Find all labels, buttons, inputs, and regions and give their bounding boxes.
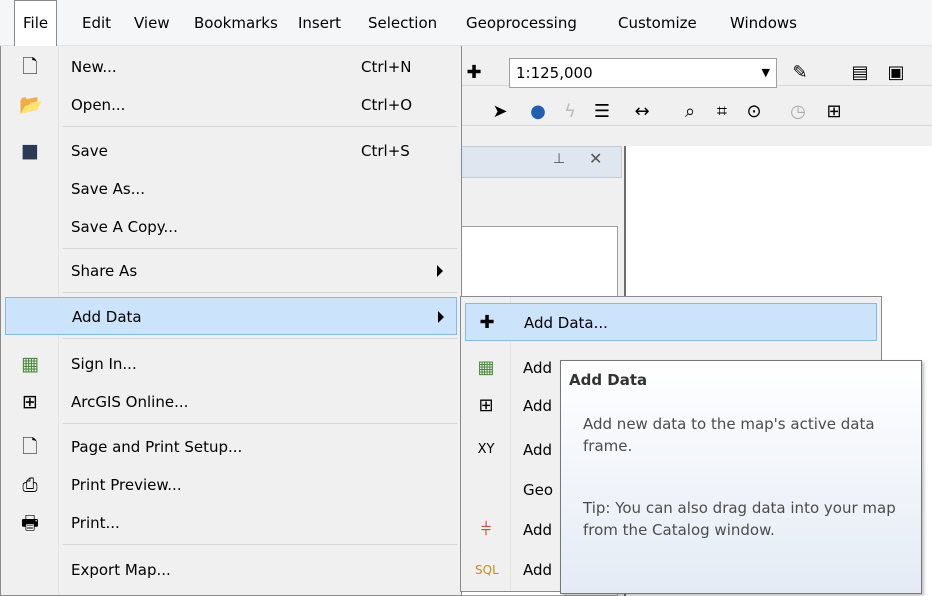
create-viewer-icon[interactable]: ⊞ — [822, 100, 846, 124]
menu-view[interactable]: View — [126, 0, 178, 46]
menu-separator — [63, 248, 457, 249]
menu-selection[interactable]: Selection — [360, 0, 445, 46]
menu-item-label: Add Data — [72, 308, 142, 326]
go-to-xy-icon[interactable]: ⊙ — [742, 100, 766, 124]
basemap-icon: ▦ — [477, 357, 495, 378]
page-setup-icon: 🗋 — [22, 436, 38, 458]
map-scale-input[interactable]: 1:125,000 ▼ — [509, 58, 777, 88]
menu-item-save-as[interactable]: Save As... — [5, 170, 457, 208]
menu-item-label: Save — [71, 142, 108, 160]
find-binoculars-icon[interactable]: ⌕ — [678, 100, 702, 124]
table-of-contents-header: ⊥ ✕ — [440, 146, 622, 178]
save-disk-icon: ■ — [21, 140, 39, 162]
menu-item-save-a-copy[interactable]: Save A Copy... — [5, 208, 457, 246]
menu-bookmarks[interactable]: Bookmarks — [186, 0, 286, 46]
menu-separator — [63, 544, 457, 545]
menu-item-label: Save A Copy... — [71, 218, 178, 236]
menu-item-print[interactable]: 🖶 Print... — [5, 504, 457, 542]
add-data-icon: ✚ — [479, 312, 495, 333]
arcgis-online-icon: ⊞ — [22, 391, 38, 413]
select-elements-icon[interactable]: ➤ — [488, 100, 512, 124]
table-of-contents-icon[interactable]: ▤ — [848, 61, 872, 85]
printer-icon: 🖶 — [21, 512, 39, 534]
menu-item-label: Add — [523, 359, 553, 377]
grid-icon: ⊞ — [478, 395, 494, 416]
file-menu-dropdown: 🗋 New... Ctrl+N 📂 Open... Ctrl+O ■ Save … — [0, 46, 462, 596]
menu-item-label: Export Map... — [71, 561, 171, 579]
html-popup-icon[interactable]: ☰ — [590, 100, 614, 124]
menu-item-label: Add Data... — [524, 314, 608, 332]
sign-in-icon: ▦ — [21, 353, 39, 375]
menu-item-export-map[interactable]: Export Map... — [5, 551, 457, 589]
menu-edit[interactable]: Edit — [74, 0, 119, 46]
submenu-arrow-icon — [438, 311, 444, 323]
find-route-icon[interactable]: ⌗ — [710, 100, 734, 124]
submenu-item-add-data[interactable]: ✚ Add Data... — [465, 303, 877, 341]
menu-item-label: Add — [523, 561, 553, 579]
menu-insert[interactable]: Insert — [290, 0, 349, 46]
tooltip-tip: Tip: You can also drag data into your ma… — [583, 499, 896, 539]
menu-item-label: Page and Print Setup... — [71, 438, 243, 456]
menu-item-label: New... — [71, 58, 117, 76]
menu-item-open[interactable]: 📂 Open... Ctrl+O — [5, 86, 457, 124]
menu-item-label: Open... — [71, 96, 126, 114]
menu-item-label: ArcGIS Online... — [71, 393, 189, 411]
menu-item-label: Add — [523, 397, 553, 415]
menu-item-label: Sign In... — [71, 355, 137, 373]
identify-icon[interactable]: ● — [526, 100, 550, 124]
editor-icon[interactable]: ✎ — [788, 61, 812, 85]
menu-item-label: Geo — [523, 481, 554, 499]
time-slider-icon[interactable]: ◷ — [786, 100, 810, 124]
menu-item-new[interactable]: 🗋 New... Ctrl+N — [5, 48, 457, 86]
tooltip-description: Add new data to the map's active data fr… — [583, 415, 875, 455]
menu-separator — [63, 423, 457, 424]
pin-icon[interactable]: ⊥ — [553, 151, 565, 167]
route-events-icon: ⫩ — [480, 519, 492, 540]
menu-item-label: Print... — [71, 514, 120, 532]
sql-query-icon: SQL — [475, 563, 499, 577]
xy-data-icon: XY — [477, 442, 495, 457]
menu-item-shortcut: Ctrl+O — [361, 96, 413, 114]
catalog-icon[interactable]: ▣ — [884, 61, 908, 85]
submenu-arrow-icon — [437, 265, 443, 277]
menu-item-save[interactable]: ■ Save Ctrl+S — [5, 132, 457, 170]
menu-item-shortcut: Ctrl+S — [361, 142, 410, 160]
map-scale-value: 1:125,000 — [516, 64, 593, 82]
measure-icon[interactable]: ↔ — [630, 100, 654, 124]
chevron-down-icon[interactable]: ▼ — [762, 59, 770, 87]
menu-item-shortcut: Ctrl+N — [361, 58, 412, 76]
menu-bar: File Edit View Bookmarks Insert Selectio… — [0, 0, 932, 47]
menu-item-share-as[interactable]: Share As — [5, 252, 457, 290]
menu-geoprocessing[interactable]: Geoprocessing — [458, 0, 585, 46]
menu-item-label: Add — [523, 521, 553, 539]
menu-item-sign-in[interactable]: ▦ Sign In... — [5, 345, 457, 383]
menu-separator — [63, 338, 457, 339]
menu-item-label: Share As — [71, 262, 138, 280]
add-data-tooltip: Add Data Add new data to the map's activ… — [560, 360, 922, 594]
menu-item-page-print-setup[interactable]: 🗋 Page and Print Setup... — [5, 428, 457, 466]
new-document-icon: 🗋 — [22, 56, 38, 78]
menu-item-label: Print Preview... — [71, 476, 182, 494]
open-folder-icon: 📂 — [19, 94, 43, 116]
menu-item-add-data[interactable]: Add Data — [5, 297, 457, 335]
add-data-toolbar-icon[interactable]: ✚ — [462, 61, 486, 85]
menu-separator — [63, 126, 457, 127]
menu-file[interactable]: File — [14, 0, 58, 47]
menu-item-arcgis-online[interactable]: ⊞ ArcGIS Online... — [5, 383, 457, 421]
menu-item-label: Save As... — [71, 180, 145, 198]
menu-item-print-preview[interactable]: ⎙ Print Preview... — [5, 466, 457, 504]
close-icon[interactable]: ✕ — [589, 149, 602, 168]
menu-item-label: Add — [523, 441, 553, 459]
tooltip-title: Add Data — [569, 371, 648, 389]
hyperlink-icon[interactable]: ϟ — [558, 100, 582, 124]
menu-windows[interactable]: Windows — [722, 0, 805, 46]
menu-customize[interactable]: Customize — [610, 0, 705, 46]
print-preview-icon: ⎙ — [22, 474, 38, 496]
menu-separator — [63, 292, 457, 293]
